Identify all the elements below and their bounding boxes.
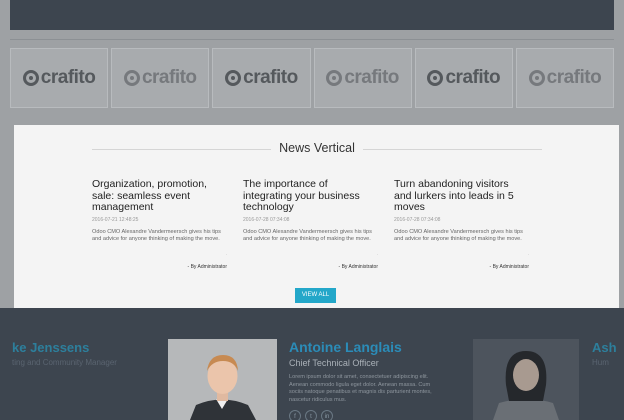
linkedin-icon[interactable]: in — [321, 410, 333, 420]
news-date: 2016-07-21 12:48:25 — [92, 216, 139, 223]
news-vertical-modal: News Vertical Organization, promotion, s… — [14, 125, 619, 308]
news-author: - By Administrator — [338, 264, 378, 270]
divider — [10, 39, 614, 40]
news-item[interactable]: Organization, promotion, sale: seamless … — [92, 178, 227, 270]
crafito-logo: crafito — [427, 67, 501, 89]
social-links: f t in — [289, 410, 333, 420]
modal-title-row: News Vertical — [92, 141, 542, 155]
featured-member-role: Chief Technical Officer — [289, 358, 379, 368]
team-member-name: ke Jenssens — [12, 340, 90, 355]
news-title[interactable]: Turn abandoning visitors and lurkers int… — [394, 178, 529, 214]
portrait-man-image — [168, 339, 277, 420]
partner-logo-cell: crafito — [515, 48, 615, 108]
news-excerpt: Odoo CMO Alexandre Vandermeersch gives h… — [243, 228, 372, 243]
news-title[interactable]: Organization, promotion, sale: seamless … — [92, 178, 227, 214]
team-member-role: ting and Community Manager — [12, 358, 117, 367]
news-date: 2016-07-28 07:34:08 — [394, 216, 441, 223]
news-excerpt: Odoo CMO Alexandre Vandermeersch gives h… — [394, 228, 523, 243]
featured-member-name: Antoine Langlais — [289, 339, 402, 355]
news-author: - By Administrator — [187, 264, 227, 270]
portrait-woman-image — [473, 339, 579, 420]
news-date: 2016-07-28 07:34:08 — [243, 216, 290, 223]
view-all-button[interactable]: VIEW ALL — [295, 288, 336, 303]
logo-mark-icon — [326, 70, 343, 86]
logo-mark-icon — [22, 70, 39, 86]
news-title[interactable]: The importance of integrating your busin… — [243, 178, 378, 214]
logo-mark-icon — [225, 70, 242, 86]
partner-logo-cell: crafito — [313, 48, 412, 108]
logo-mark-icon — [123, 70, 140, 86]
featured-member-bio: Lorem ipsum dolor sit amet, consectetuer… — [289, 374, 432, 403]
crafito-logo: crafito — [528, 67, 602, 89]
team-member-name: Ash — [592, 340, 617, 355]
separator-dot: . — [376, 251, 378, 257]
partner-logos: crafito crafito crafito crafito crafito … — [10, 48, 615, 108]
logo-text: crafito — [445, 67, 501, 88]
partner-logo-cell: crafito — [212, 48, 311, 108]
team-member-role: Hum — [592, 358, 609, 367]
news-item[interactable]: The importance of integrating your busin… — [243, 178, 378, 270]
team-member-photo — [168, 339, 277, 420]
logo-mark-icon — [528, 70, 545, 86]
news-item[interactable]: Turn abandoning visitors and lurkers int… — [394, 178, 529, 270]
news-excerpt: Odoo CMO Alexandre Vandermeersch gives h… — [92, 228, 221, 243]
partner-logo-cell: crafito — [10, 48, 109, 108]
facebook-icon[interactable]: f — [289, 410, 301, 420]
logo-text: crafito — [40, 67, 96, 88]
logo-text: crafito — [141, 67, 197, 88]
crafito-logo: crafito — [123, 67, 197, 89]
partner-logo-cell: crafito — [111, 48, 210, 108]
crafito-logo: crafito — [225, 67, 298, 89]
modal-title: News Vertical — [271, 141, 363, 155]
separator-dot: . — [225, 251, 227, 257]
crafito-logo: crafito — [22, 67, 96, 89]
team-member-photo — [473, 339, 579, 420]
partner-logo-cell: crafito — [414, 48, 513, 108]
logo-mark-icon — [427, 70, 444, 86]
logo-text: crafito — [344, 67, 399, 88]
logo-text: crafito — [243, 67, 298, 88]
team-section: ke Jenssens ting and Community Manager A… — [0, 308, 624, 420]
twitter-icon[interactable]: t — [305, 410, 317, 420]
header-banner — [10, 0, 614, 30]
news-author: - By Administrator — [489, 264, 529, 270]
logo-text: crafito — [546, 67, 602, 88]
modal-title-wrap: News Vertical — [92, 141, 542, 155]
separator-dot: . — [527, 251, 529, 257]
crafito-logo: crafito — [326, 67, 399, 89]
